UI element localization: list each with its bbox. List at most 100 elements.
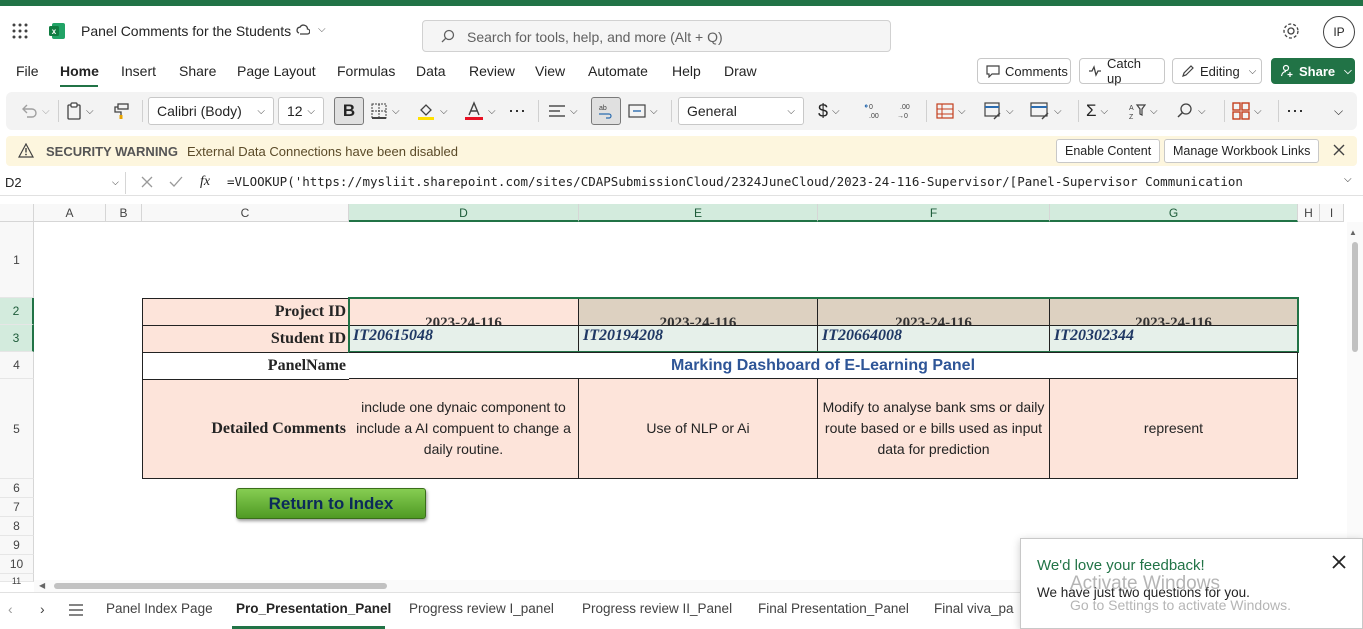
more-font-options-icon[interactable]: ⋯ (508, 97, 526, 125)
row-header-2[interactable]: 2 (0, 298, 34, 325)
menu-review[interactable]: Review (469, 63, 515, 79)
enable-content-button[interactable]: Enable Content (1056, 139, 1161, 163)
row-header-8[interactable]: 8 (0, 517, 34, 536)
column-header-a[interactable]: A (34, 204, 106, 222)
menu-file[interactable]: File (16, 63, 39, 79)
student-id-label[interactable]: Student ID (142, 325, 350, 353)
align-icon[interactable]: ⌵ (548, 97, 578, 125)
comment-cell[interactable]: Use of NLP or Ai (579, 379, 818, 479)
font-color-icon[interactable]: ⌵ (464, 97, 496, 125)
menu-draw[interactable]: Draw (724, 63, 757, 79)
row-header-9[interactable]: 9 (0, 536, 34, 555)
find-select-icon[interactable]: ⌵ (1176, 97, 1206, 125)
project-id-cell[interactable]: 2023-24-116 (579, 298, 818, 325)
decrease-decimal-icon[interactable]: 0.00 (864, 97, 884, 125)
enter-check-icon[interactable] (169, 176, 183, 188)
detailed-comments-label[interactable]: Detailed Comments (142, 379, 350, 479)
column-header-c[interactable]: C (142, 204, 349, 222)
horizontal-scroll-thumb[interactable] (54, 583, 387, 589)
comment-cell[interactable]: include one dynaic component to include … (349, 379, 579, 479)
menu-automate[interactable]: Automate (588, 63, 648, 79)
project-id-cell[interactable]: 2023-24-116 (1050, 298, 1298, 325)
formula-expand-chevron-down-icon[interactable]: ⌵ (1344, 174, 1352, 185)
row-header-3[interactable]: 3 (0, 325, 34, 352)
column-header-e[interactable]: E (579, 204, 818, 222)
menu-insert[interactable]: Insert (121, 63, 156, 79)
row-header-4[interactable]: 4 (0, 352, 34, 379)
panel-name-label[interactable]: PanelName (142, 352, 350, 380)
menu-page-layout[interactable]: Page Layout (237, 63, 316, 79)
row-header-10[interactable]: 10 (0, 555, 34, 574)
insert-function-fx-icon[interactable]: fx (200, 174, 210, 190)
paste-clipboard-icon[interactable]: ⌵ (66, 97, 94, 125)
menu-data[interactable]: Data (416, 63, 446, 79)
manage-workbook-links-button[interactable]: Manage Workbook Links (1164, 139, 1320, 163)
student-id-cell[interactable]: IT20664008 (818, 325, 1050, 352)
row-header-5[interactable]: 5 (0, 379, 34, 479)
row-header-7[interactable]: 7 (0, 498, 34, 517)
sheet-tab[interactable]: Final Presentation_Panel (758, 601, 909, 616)
format-painter-icon[interactable] (112, 97, 130, 125)
close-feedback-icon[interactable] (1332, 555, 1346, 569)
sheet-tab[interactable]: Progress review II_Panel (582, 601, 732, 616)
student-id-cell[interactable]: IT20194208 (579, 325, 818, 352)
project-id-label[interactable]: Project ID (142, 298, 350, 326)
search-box[interactable]: Search for tools, help, and more (Alt + … (422, 20, 891, 52)
project-id-cell[interactable]: 2023-24-116 (818, 298, 1050, 325)
font-name-dropdown[interactable]: Calibri (Body) ⌵ (148, 97, 274, 125)
currency-format-button[interactable]: $ ⌵ (818, 97, 840, 125)
scroll-up-icon[interactable]: ▲ (1349, 228, 1357, 237)
name-box[interactable]: D2 ⌵ (0, 172, 126, 194)
share-button[interactable]: Share ⌵ (1271, 58, 1355, 84)
row-header-6[interactable]: 6 (0, 479, 34, 498)
student-id-cell[interactable]: IT20302344 (1050, 325, 1298, 352)
row-header-11[interactable]: 11 (0, 574, 34, 586)
addins-grid-icon[interactable]: ⌵ (1232, 97, 1262, 125)
app-launcher-icon[interactable] (11, 22, 29, 40)
vertical-scrollbar[interactable]: ▲ (1347, 222, 1363, 582)
cancel-x-icon[interactable] (141, 176, 153, 188)
undo-icon[interactable]: ⌵ (20, 97, 50, 125)
panel-title-cell[interactable]: Marking Dashboard of E-Learning Panel (349, 352, 1298, 379)
autosave-icon[interactable] (296, 24, 310, 38)
menu-home[interactable]: Home (60, 63, 99, 79)
formula-input[interactable]: =VLOOKUP('https://mysliit.sharepoint.com… (227, 174, 1337, 189)
sheet-tab-active[interactable]: Pro_Presentation_Panel (236, 601, 391, 616)
return-to-index-button[interactable]: Return to Index (236, 488, 426, 519)
column-header-b[interactable]: B (106, 204, 142, 222)
merge-cells-icon[interactable]: ⌵ (628, 97, 658, 125)
sort-filter-icon[interactable]: AZ ⌵ (1128, 97, 1158, 125)
menu-share[interactable]: Share (179, 63, 216, 79)
more-commands-icon[interactable]: ⋯ (1286, 97, 1304, 125)
column-header-g[interactable]: G (1050, 204, 1298, 222)
bold-button[interactable]: B (334, 97, 364, 125)
format-as-table-icon[interactable]: ⌵ (984, 97, 1014, 125)
document-title[interactable]: Panel Comments for the Students (81, 23, 291, 39)
conditional-format-icon[interactable]: ⌵ (936, 97, 966, 125)
menu-formulas[interactable]: Formulas (337, 63, 395, 79)
select-all-corner[interactable] (0, 204, 34, 222)
ribbon-collapse-chevron-down-icon[interactable]: ⌵ (1334, 97, 1343, 125)
column-header-d[interactable]: D (349, 204, 579, 222)
sheet-tab[interactable]: Panel Index Page (106, 601, 213, 616)
column-header-i[interactable]: I (1320, 204, 1344, 222)
borders-icon[interactable]: ⌵ (370, 97, 400, 125)
close-warning-icon[interactable] (1333, 144, 1345, 156)
tab-scroll-right-icon[interactable]: › (40, 601, 45, 617)
sheet-tab[interactable]: Progress review I_panel (409, 601, 554, 616)
menu-view[interactable]: View (535, 63, 565, 79)
cell-styles-icon[interactable]: ⌵ (1030, 97, 1062, 125)
increase-decimal-icon[interactable]: .00 →0 (896, 97, 916, 125)
comment-cell[interactable]: Modify to analyse bank sms or daily rout… (818, 379, 1050, 479)
all-sheets-menu-icon[interactable] (69, 604, 83, 616)
comment-cell[interactable]: represent (1050, 379, 1298, 479)
row-header-1[interactable]: 1 (0, 222, 34, 298)
vertical-scroll-thumb[interactable] (1352, 242, 1358, 352)
title-chevron-down-icon[interactable]: ⌵ (318, 24, 326, 35)
sheet-tab[interactable]: Final viva_pa (934, 601, 1014, 616)
settings-gear-icon[interactable] (1282, 22, 1300, 40)
scroll-left-icon[interactable]: ◀ (39, 581, 45, 590)
user-avatar[interactable]: IP (1323, 16, 1355, 48)
student-id-cell[interactable]: IT20615048 (349, 325, 579, 352)
number-format-dropdown[interactable]: General ⌵ (678, 97, 804, 125)
